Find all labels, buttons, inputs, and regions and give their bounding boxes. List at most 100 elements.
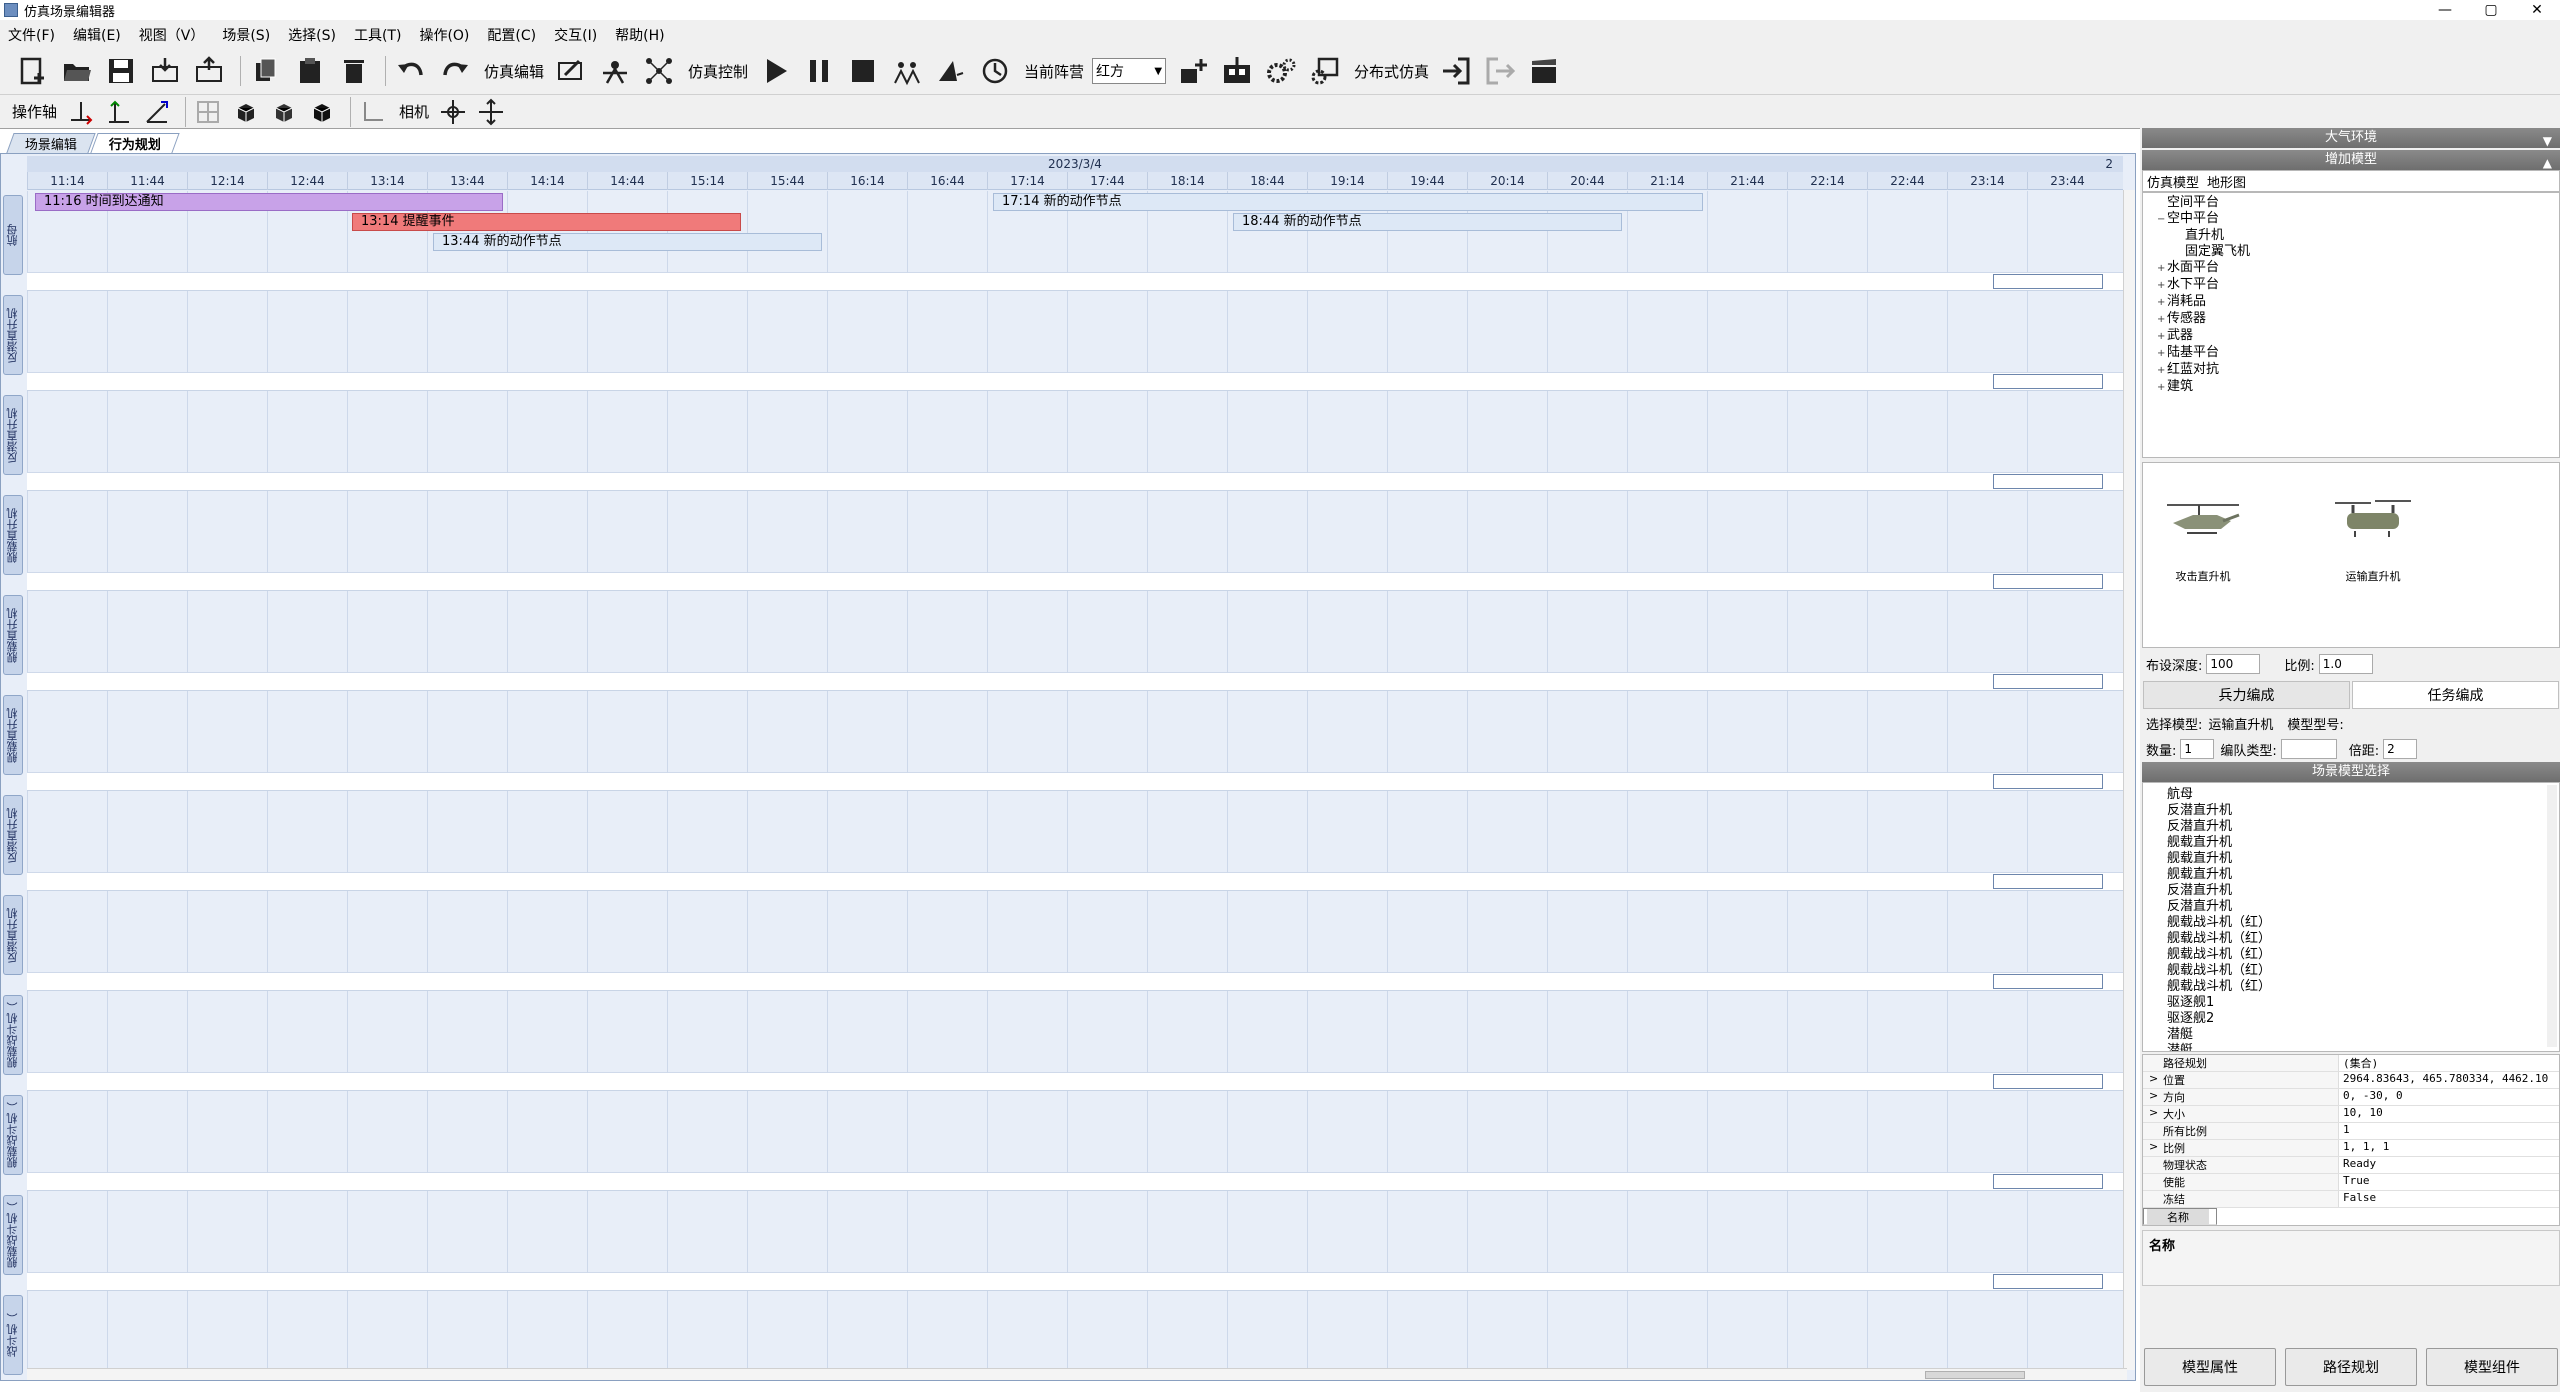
model-properties-button[interactable]: 模型属性 [2144, 1348, 2276, 1386]
property-row[interactable]: > 方向 0, -30, 0 [2143, 1089, 2559, 1106]
lane-label[interactable]: 反潜直升机 [3, 395, 23, 475]
cube-side-icon[interactable] [268, 97, 300, 127]
scene-model-item[interactable]: 舰载战斗机（红） [2167, 915, 2559, 931]
lane-label[interactable]: 反潜直升机 [3, 295, 23, 375]
minimize-button[interactable]: — [2422, 0, 2468, 20]
undo-icon[interactable] [392, 52, 430, 90]
close-button[interactable]: ✕ [2514, 0, 2560, 20]
expand-toggle-icon[interactable]: + [2157, 295, 2167, 311]
expand-toggle-icon[interactable]: + [2157, 346, 2167, 362]
axis-y-icon[interactable] [103, 97, 135, 127]
event-node[interactable]: 13:14 提醒事件 [352, 213, 741, 231]
edit-scene-icon[interactable] [552, 52, 590, 90]
path-planning-button[interactable]: 路径规划 [2285, 1348, 2417, 1386]
lane-track[interactable] [27, 291, 2123, 373]
cube-front-icon[interactable] [230, 97, 262, 127]
expand-arrow-icon[interactable]: > [2149, 1106, 2158, 1119]
formation-icon[interactable] [888, 52, 926, 90]
clapper-icon[interactable] [1525, 52, 1563, 90]
tree-item[interactable]: + 武器 [2143, 328, 2559, 345]
behavior-timeline[interactable]: 2023/3/4 2 11:14 11:44 12:14 12:44 13:14 13:4… [0, 153, 2136, 1381]
scene-model-item[interactable]: 舰载战斗机（红） [2167, 963, 2559, 979]
scene-model-item[interactable]: 舰载战斗机（红） [2167, 931, 2559, 947]
maximize-button[interactable]: ▢ [2468, 0, 2514, 20]
scroll-thumb[interactable] [1925, 1371, 2025, 1379]
tab-behavior-plan[interactable]: 行为规划 [90, 133, 180, 153]
count-input[interactable]: 1 [2180, 739, 2215, 759]
property-row[interactable]: 冻结 False [2143, 1191, 2559, 1208]
property-row[interactable]: 所有比例 1 [2143, 1123, 2559, 1140]
lane-overview-box[interactable] [1993, 574, 2103, 589]
server-icon[interactable] [1306, 52, 1344, 90]
unit-group-icon[interactable] [1218, 52, 1256, 90]
vertical-scrollbar[interactable] [2123, 190, 2135, 1370]
expand-toggle-icon[interactable]: + [2157, 363, 2167, 379]
menu-operation[interactable]: 操作(O) [419, 25, 469, 45]
logout-icon[interactable] [1481, 52, 1519, 90]
expand-toggle-icon[interactable]: + [2157, 380, 2167, 396]
tab-sim-model[interactable]: 仿真模型 [2143, 172, 2203, 191]
lane-overview-box[interactable] [1993, 774, 2103, 789]
new-file-icon[interactable] [14, 52, 52, 90]
event-node[interactable]: 13:44 新的动作节点 [433, 233, 822, 251]
scene-model-item[interactable]: 驱逐舰2 [2167, 1011, 2559, 1027]
lane-label[interactable]: 航母 [3, 195, 23, 275]
formation-input[interactable] [2280, 739, 2337, 759]
property-value[interactable]: False [2339, 1191, 2559, 1207]
property-value[interactable]: 1, 1, 1 [2339, 1140, 2559, 1156]
tab-terrain[interactable]: 地形图 [2203, 172, 2250, 191]
menu-scene[interactable]: 场景(S) [222, 25, 270, 45]
lane-label[interactable]: 舰载直升机 [3, 695, 23, 775]
expand-toggle-icon[interactable]: + [2157, 261, 2167, 277]
redo-icon[interactable] [436, 52, 474, 90]
property-row[interactable]: 物理状态 Ready [2143, 1157, 2559, 1174]
deploy-icon[interactable] [596, 52, 634, 90]
lane-label[interactable]: 舰载战斗机（ [3, 995, 23, 1075]
lane-overview-box[interactable] [1993, 1274, 2103, 1289]
sim-edit-label[interactable]: 仿真编辑 [484, 61, 544, 82]
grid-icon[interactable] [192, 97, 224, 127]
lane-overview-box[interactable] [1993, 974, 2103, 989]
lane-track[interactable] [27, 1291, 2123, 1373]
menu-view[interactable]: 视图（V） [139, 25, 205, 45]
scene-model-item[interactable]: 反潜直升机 [2167, 883, 2559, 899]
open-folder-icon[interactable] [58, 52, 96, 90]
gallery-item-attack-heli[interactable]: 攻击直升机 [2153, 493, 2253, 584]
lane-overview-box[interactable] [1993, 374, 2103, 389]
tree-item[interactable]: + 建筑 [2143, 379, 2559, 396]
horizontal-scrollbar[interactable] [27, 1368, 2127, 1380]
stop-icon[interactable] [844, 52, 882, 90]
lane-overview-box[interactable] [1993, 1174, 2103, 1189]
scene-model-item[interactable]: 反潜直升机 [2167, 803, 2559, 819]
lane-track[interactable] [27, 991, 2123, 1073]
expand-arrow-icon[interactable]: > [2149, 1072, 2158, 1085]
scene-model-item[interactable]: 潜艇 [2167, 1043, 2559, 1051]
cube-top-icon[interactable] [306, 97, 338, 127]
lane-track[interactable] [27, 491, 2123, 573]
expand-arrow-icon[interactable]: > [2149, 1140, 2158, 1153]
corner-axis-icon[interactable] [357, 97, 389, 127]
expand-toggle-icon[interactable]: − [2157, 212, 2167, 228]
property-value[interactable]: Ready [2339, 1157, 2559, 1173]
atmosphere-header[interactable]: 大气环境 ▼ [2142, 128, 2560, 148]
property-row[interactable]: > 大小 10, 10 [2143, 1106, 2559, 1123]
menu-edit[interactable]: 编辑(E) [73, 25, 121, 45]
event-node[interactable]: 18:44 新的动作节点 [1233, 213, 1622, 231]
play-icon[interactable] [756, 52, 794, 90]
save-icon[interactable] [102, 52, 140, 90]
pause-icon[interactable] [800, 52, 838, 90]
scale-input[interactable]: 1.0 [2318, 654, 2373, 674]
lane-overview-box[interactable] [1993, 874, 2103, 889]
menu-select[interactable]: 选择(S) [288, 25, 336, 45]
add-unit-icon[interactable] [1174, 52, 1212, 90]
scene-model-item[interactable]: 舰载直升机 [2167, 835, 2559, 851]
radar-icon[interactable] [932, 52, 970, 90]
tree-item[interactable]: − 空中平台 [2143, 211, 2559, 228]
lane-track[interactable] [27, 391, 2123, 473]
expand-toggle-icon[interactable]: + [2157, 312, 2167, 328]
scene-model-item[interactable]: 舰载直升机 [2167, 867, 2559, 883]
menu-interact[interactable]: 交互(I) [554, 25, 597, 45]
lane-track[interactable]: 11:16 时间到达通知 13:14 提醒事件 13:44 新的动作节点 17:14 … [27, 191, 2123, 273]
lane-label[interactable]: 舰载直升机 [3, 595, 23, 675]
collapse-up-icon[interactable]: ▲ [2543, 153, 2552, 173]
